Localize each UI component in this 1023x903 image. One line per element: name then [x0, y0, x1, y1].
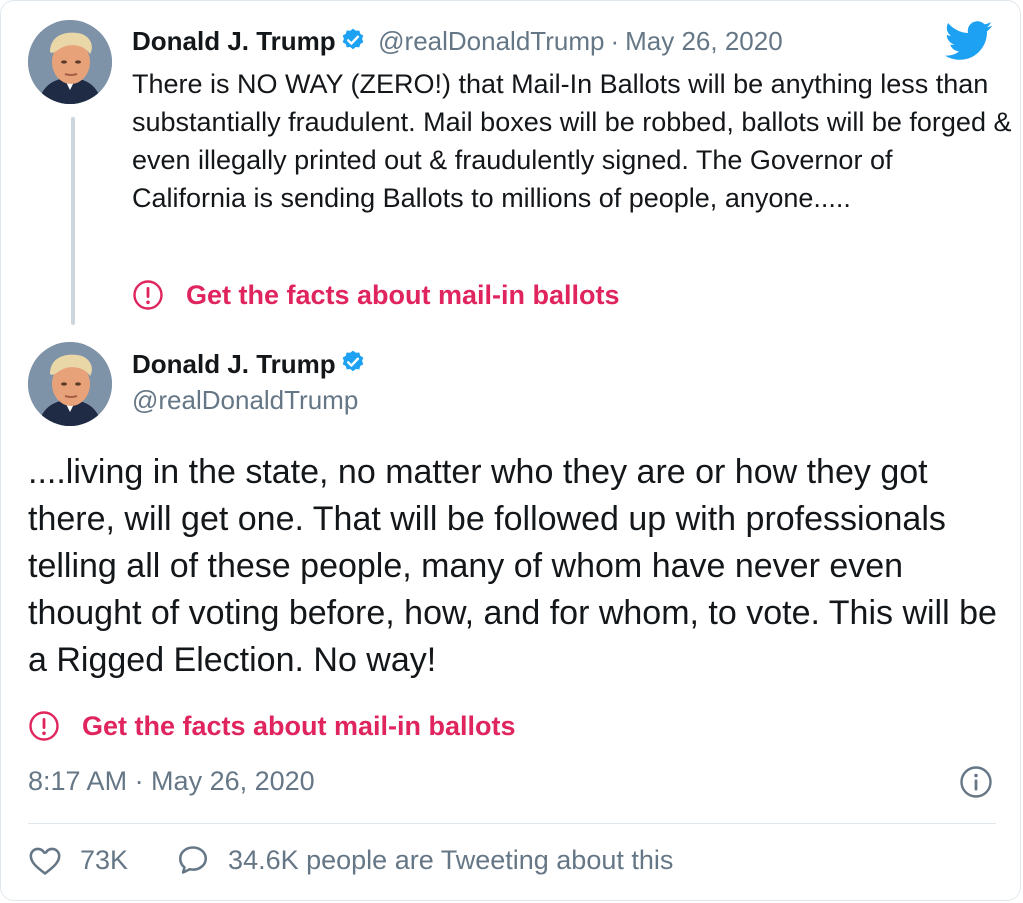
tweeting-about-label: 34.6K people are Tweeting about this: [228, 844, 674, 875]
divider: [28, 823, 996, 824]
conversation-link[interactable]: 34.6K people are Tweeting about this: [176, 843, 673, 877]
author-avatar[interactable]: [28, 20, 112, 104]
tweet-text: There is NO WAY (ZERO!) that Mail-In Bal…: [132, 69, 1012, 213]
info-icon[interactable]: [959, 765, 993, 804]
like-button[interactable]: 73K: [28, 844, 128, 876]
heart-icon: [29, 847, 61, 875]
separator-dot: ·: [610, 26, 620, 56]
author-name[interactable]: Donald J. Trump: [132, 349, 336, 379]
speech-bubble-icon: [179, 846, 208, 874]
facts-label: Get the facts about mail-in ballots: [82, 710, 516, 741]
embedded-tweet-card: Donald J. Trump @realDonaldTrump · May 26,…: [0, 0, 1021, 901]
get-the-facts-link[interactable]: Get the facts about mail-in ballots: [28, 710, 516, 742]
tweet-text: ....living in the state, no matter who t…: [28, 453, 997, 679]
author-avatar[interactable]: [28, 342, 112, 426]
tweet-header: Donald J. Trump @realDonaldTrump · May 26,…: [132, 25, 783, 65]
exclamation-circle-icon: [28, 710, 60, 742]
tweet-actions: 73K 34.6K people are Tweeting about this: [28, 843, 673, 877]
author-handle[interactable]: @realDonaldTrump: [378, 26, 604, 56]
twitter-bird-icon[interactable]: [944, 21, 993, 66]
like-count: 73K: [80, 844, 129, 875]
thread-connector-line: [71, 117, 75, 325]
get-the-facts-link[interactable]: Get the facts about mail-in ballots: [132, 279, 620, 311]
tweet-date-link[interactable]: May 26, 2020: [625, 26, 783, 56]
verified-badge-icon: [340, 27, 366, 65]
author-handle[interactable]: @realDonaldTrump: [132, 383, 358, 417]
facts-label: Get the facts about mail-in ballots: [186, 279, 620, 310]
exclamation-circle-icon: [132, 279, 164, 311]
author-name[interactable]: Donald J. Trump: [132, 26, 336, 56]
tweet-timestamp-link[interactable]: 8:17 AM · May 26, 2020: [28, 763, 315, 799]
